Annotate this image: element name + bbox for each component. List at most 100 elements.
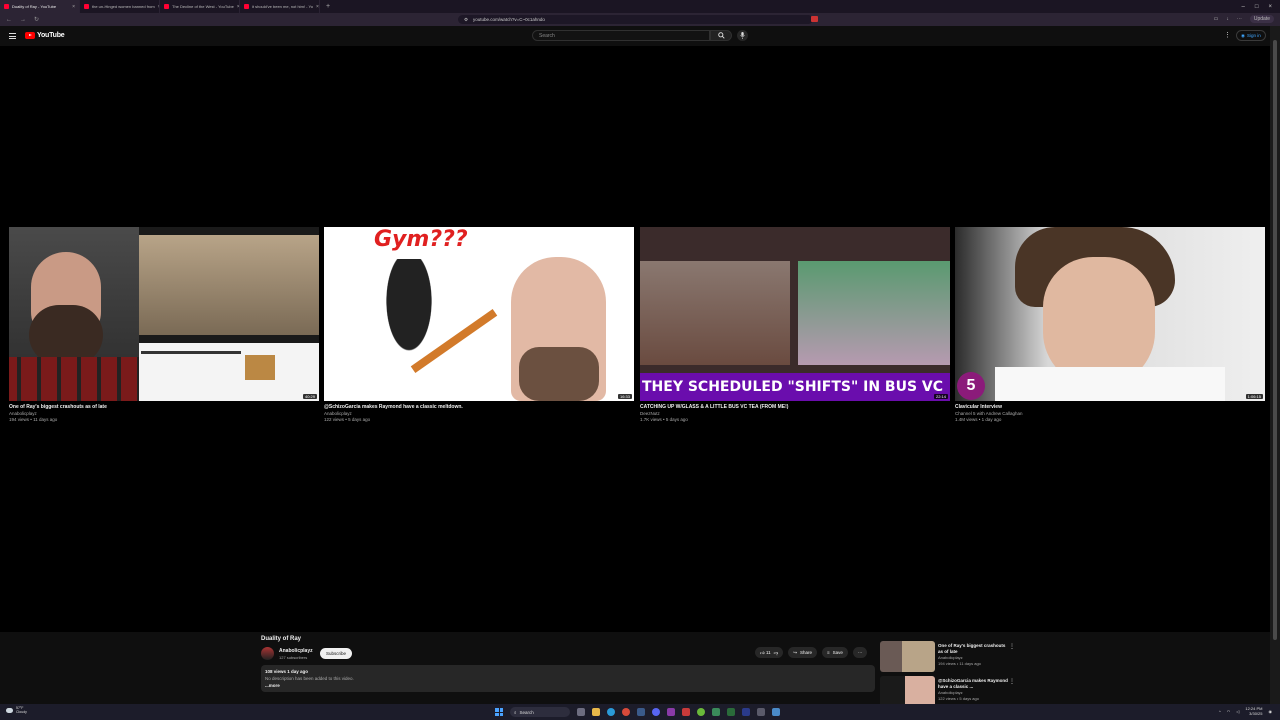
description-box[interactable]: 108 views 1 day ago No description has b…: [261, 665, 875, 692]
tab-label: the un-Hinged women banned from: [92, 4, 155, 9]
related-thumbnail[interactable]: [880, 641, 935, 672]
tab-label: The Decline of the West - YouTube: [172, 4, 234, 9]
video-title[interactable]: @SchizoGarcia makes Raymond have a class…: [324, 404, 634, 410]
browser-menu-icon[interactable]: ⋯: [1237, 16, 1242, 22]
end-screen-card[interactable]: Gym??? 16:33 @SchizoGarcia makes Raymond…: [324, 227, 634, 422]
close-tab-icon[interactable]: ×: [72, 4, 75, 10]
channel-name[interactable]: Anabolicplayz: [324, 411, 634, 416]
close-window-icon[interactable]: ×: [1268, 4, 1272, 10]
related-channel[interactable]: Anabolicplayz: [938, 690, 1008, 695]
like-button[interactable]: 👍︎ 11: [760, 650, 771, 656]
thumbnail-banner: THEY SCHEDULED "SHIFTS" IN BUS VC: [640, 373, 950, 401]
youtube-play-icon: [25, 32, 35, 39]
end-screen-card[interactable]: 5 1:06:15 Clavicular Interview Channel 5…: [955, 227, 1265, 422]
download-icon[interactable]: ↓: [1226, 16, 1229, 22]
related-title[interactable]: @SchizoGarcia makes Raymond have a class…: [938, 678, 1008, 689]
settings-menu-icon[interactable]: ⋮: [1224, 31, 1231, 39]
maximize-icon[interactable]: □: [1255, 4, 1259, 10]
save-label: Save: [832, 650, 843, 655]
minimize-icon[interactable]: –: [1242, 4, 1245, 10]
app-icon[interactable]: [712, 708, 720, 716]
edge-icon[interactable]: [607, 708, 615, 716]
discord-icon[interactable]: [652, 708, 660, 716]
app-icon[interactable]: [727, 708, 735, 716]
item-menu-icon[interactable]: ⋮: [1009, 643, 1015, 650]
back-icon[interactable]: ←: [6, 17, 12, 23]
scrollbar-thumb[interactable]: [1273, 40, 1277, 640]
network-icon[interactable]: ◠: [1227, 709, 1231, 714]
browser-tab[interactable]: The Decline of the West - YouTube ×: [160, 0, 240, 13]
more-actions-button[interactable]: ⋯: [852, 647, 868, 658]
app-icon[interactable]: [682, 708, 690, 716]
search-input[interactable]: Search: [532, 30, 710, 41]
video-thumbnail[interactable]: 5 1:06:15: [955, 227, 1265, 401]
taskbar-search[interactable]: ⌕ Search: [510, 707, 570, 717]
steam-icon[interactable]: [637, 708, 645, 716]
close-tab-icon[interactable]: ×: [316, 4, 319, 10]
start-menu-icon[interactable]: [495, 708, 503, 716]
file-explorer-icon[interactable]: [592, 708, 600, 716]
subscribe-button[interactable]: Subscribe: [320, 648, 353, 659]
clock[interactable]: 12:24 PM 3/30/25: [1245, 706, 1262, 716]
update-button[interactable]: Update: [1249, 15, 1274, 23]
end-screen-card[interactable]: THEY SCHEDULED "SHIFTS" IN BUS VC 22:14 …: [640, 227, 950, 422]
chrome-icon[interactable]: [622, 708, 630, 716]
youtube-logo[interactable]: YouTube: [25, 32, 65, 39]
channel-name[interactable]: DeezNutz: [640, 411, 950, 416]
extension-icon[interactable]: [811, 16, 818, 22]
video-thumbnail[interactable]: Gym??? 16:33: [324, 227, 634, 401]
end-screen-card[interactable]: 40:29 One of Ray's biggest crashouts as …: [9, 227, 319, 422]
channel-avatar[interactable]: [261, 647, 274, 660]
weather-widget[interactable]: 57°F Cloudy: [6, 706, 27, 714]
page-scrollbar[interactable]: [1270, 26, 1280, 706]
app-icon[interactable]: [667, 708, 675, 716]
address-bar[interactable]: ⚙ youtube.com/watch?v=C~0c1ahndo: [458, 15, 813, 24]
video-meta: 122 views • 5 days ago: [324, 417, 371, 422]
thumbnail-overlay-text: Gym???: [374, 227, 468, 252]
sidebar-icon[interactable]: ▭: [1214, 16, 1219, 22]
browser-tab[interactable]: it should've been me, not him! - Yo ×: [240, 0, 320, 13]
browser-tab[interactable]: the un-Hinged women banned from ×: [80, 0, 160, 13]
related-channel[interactable]: Anabolicplayz: [938, 655, 1008, 660]
channel-name[interactable]: Channel 5 with Andrew Callaghan: [955, 411, 1265, 416]
related-meta: 122 views • 5 days ago: [938, 696, 979, 701]
item-menu-icon[interactable]: ⋮: [1009, 678, 1015, 685]
subscriber-count: 127 subscribers: [279, 655, 308, 660]
related-title[interactable]: One of Ray's biggest crashouts as of lat…: [938, 643, 1008, 654]
app-icon[interactable]: [757, 708, 765, 716]
video-title[interactable]: One of Ray's biggest crashouts as of lat…: [9, 404, 319, 410]
channel-name[interactable]: Anabolicplayz: [279, 648, 313, 654]
task-view-icon[interactable]: [577, 708, 585, 716]
save-button[interactable]: ≡ Save: [822, 647, 848, 658]
search-button[interactable]: [710, 30, 732, 41]
app-icon[interactable]: [742, 708, 750, 716]
chevron-up-icon[interactable]: ^: [1219, 709, 1221, 714]
app-icon[interactable]: [772, 708, 780, 716]
related-thumbnail[interactable]: [880, 676, 935, 707]
site-info-icon[interactable]: ⚙: [464, 17, 468, 23]
share-button[interactable]: ↪ Share: [788, 647, 818, 658]
app-icon[interactable]: [697, 708, 705, 716]
youtube-favicon-icon: [4, 4, 9, 9]
volume-icon[interactable]: ◁: [1236, 709, 1239, 714]
dislike-button[interactable]: 👎︎: [774, 650, 779, 656]
video-thumbnail[interactable]: THEY SCHEDULED "SHIFTS" IN BUS VC 22:14: [640, 227, 950, 401]
url-text: youtube.com/watch?v=C~0c1ahndo: [473, 17, 545, 22]
search-icon: ⌕: [514, 709, 517, 715]
related-video-item[interactable]: One of Ray's biggest crashouts as of lat…: [880, 641, 1015, 674]
video-thumbnail[interactable]: 40:29: [9, 227, 319, 401]
duration-badge: 22:14: [933, 394, 948, 399]
browser-toolbar: ← → ↻ ⚙ youtube.com/watch?v=C~0c1ahndo ▭…: [0, 13, 1280, 26]
browser-tab[interactable]: Duality of Ray - YouTube ×: [0, 0, 80, 13]
video-title[interactable]: Clavicular Interview: [955, 404, 1265, 410]
channel-name[interactable]: Anabolicplayz: [9, 411, 319, 416]
voice-search-button[interactable]: [737, 30, 748, 41]
reload-icon[interactable]: ↻: [34, 16, 39, 23]
forward-icon[interactable]: →: [20, 17, 26, 23]
hamburger-menu-icon[interactable]: [9, 33, 16, 39]
show-more-link[interactable]: ...more: [265, 683, 871, 688]
sign-in-button[interactable]: ◉ Sign in: [1236, 30, 1266, 41]
notifications-icon[interactable]: ◉: [1269, 709, 1273, 714]
video-title[interactable]: CATCHING UP W/GLASS & A LITTLE BUS VC TE…: [640, 404, 950, 410]
new-tab-icon[interactable]: +: [326, 3, 330, 10]
